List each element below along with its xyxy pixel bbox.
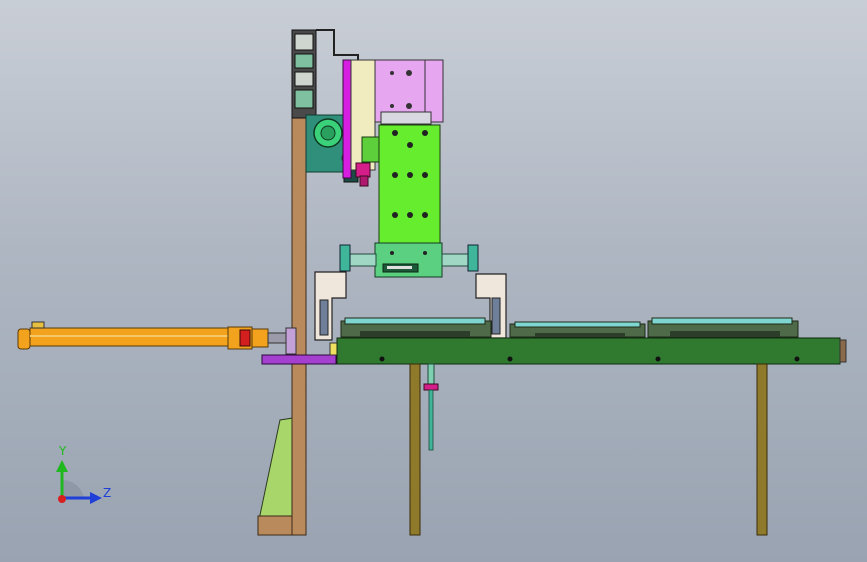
fixture-tray — [340, 317, 799, 338]
triad-origin-icon — [58, 495, 66, 503]
vertical-column — [291, 117, 307, 536]
lift-cylinder — [374, 59, 444, 125]
slide-block — [378, 124, 441, 246]
triad-arc-icon — [62, 479, 84, 498]
cad-assembly-view: Y Z — [17, 29, 847, 536]
coordinate-triad: Y Z — [56, 444, 111, 504]
worktable — [336, 337, 847, 365]
vertical-column-assembly — [257, 117, 307, 536]
table-leg-right — [756, 363, 768, 536]
sensor-probe — [423, 363, 439, 451]
horizontal-cylinder — [17, 321, 291, 350]
pink-fitting — [355, 162, 371, 187]
table-leg-left — [409, 363, 421, 536]
gripper-bar — [339, 242, 479, 278]
green-stop-block — [361, 136, 380, 163]
z-axis-label: Z — [103, 486, 111, 500]
magenta-rod — [342, 59, 352, 179]
y-axis-label: Y — [58, 444, 67, 458]
purple-block — [261, 354, 337, 365]
